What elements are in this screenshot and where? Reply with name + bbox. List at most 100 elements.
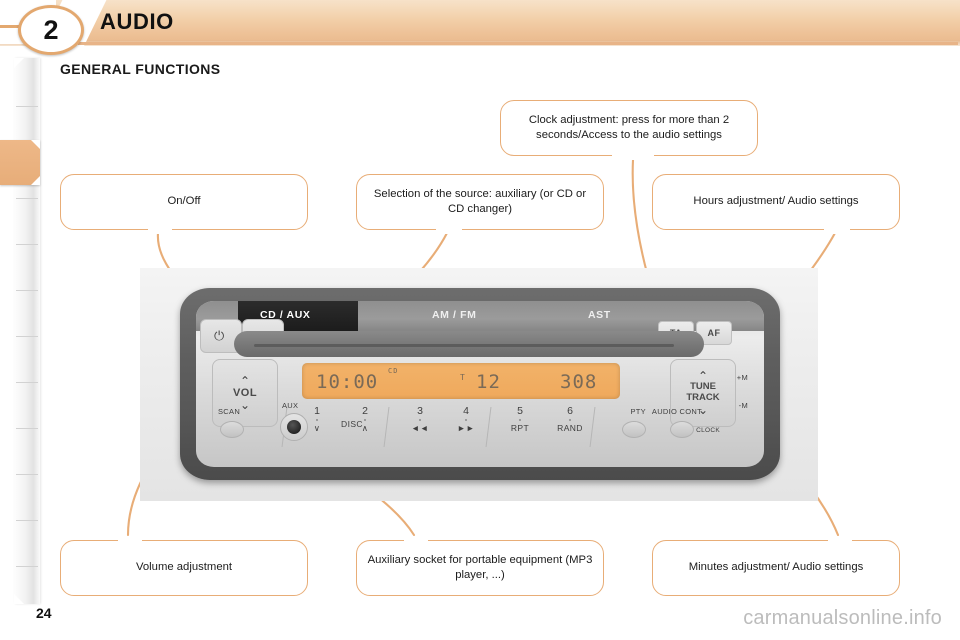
- cd-slot-opening: [254, 344, 674, 347]
- callout-aux-text: Auxiliary socket for portable equipment …: [367, 553, 593, 581]
- callout-on-off[interactable]: On/Off: [60, 174, 308, 230]
- preset-number: 2: [362, 405, 368, 417]
- band-label-am-fm[interactable]: AM / FM: [432, 309, 476, 321]
- af-label: AF: [707, 328, 721, 338]
- tab-divider: [16, 290, 38, 291]
- tab-divider: [16, 428, 38, 429]
- clock-label: CLOCK: [696, 427, 720, 434]
- audio-cont-knob[interactable]: [670, 421, 694, 438]
- aux-jack-hole: [287, 420, 301, 434]
- tab-corner-top: [31, 140, 40, 149]
- site-watermark: carmanualsonline.info: [743, 607, 942, 629]
- callout-volume-adjustment[interactable]: Volume adjustment: [60, 540, 308, 596]
- repeat-label: RPT: [510, 423, 530, 433]
- callout-gap: [404, 536, 428, 544]
- tab-divider: [16, 336, 38, 337]
- preset-number: 4: [463, 405, 469, 417]
- tune-track-pad[interactable]: ⌃ TUNE TRACK ⌄: [670, 359, 736, 427]
- aux-label: AUX: [282, 401, 299, 410]
- radio-faceplate: CD / AUX AM / FM AST ⏻ ⏏ TA AF: [196, 301, 764, 467]
- preset-dot: [419, 419, 421, 421]
- callout-gap: [828, 536, 852, 544]
- pty-label: PTY: [630, 407, 646, 416]
- band-label-ast[interactable]: AST: [588, 309, 611, 321]
- preset-number: 3: [417, 405, 423, 417]
- callout-hours-adjustment[interactable]: Hours adjustment/ Audio settings: [652, 174, 900, 230]
- tab-divider: [16, 474, 38, 475]
- tab-strip-cut-top: [14, 58, 24, 68]
- chapter-number: 2: [43, 14, 59, 45]
- section-title: GENERAL FUNCTIONS: [60, 61, 221, 77]
- lcd-time: 10:00: [316, 371, 379, 393]
- lcd-track: 12: [476, 371, 501, 393]
- callout-source-selection[interactable]: Selection of the source: auxiliary (or C…: [356, 174, 604, 230]
- car-radio-unit: CD / AUX AM / FM AST ⏻ ⏏ TA AF: [180, 288, 780, 480]
- callout-gap: [148, 226, 172, 234]
- audio-cont-label: AUDIO CONT: [651, 407, 702, 416]
- page-number: 24: [36, 605, 52, 621]
- callout-hours-text: Hours adjustment/ Audio settings: [693, 195, 859, 208]
- callout-gap: [612, 152, 654, 160]
- preset-dot: [569, 419, 571, 421]
- preset-dot: [316, 419, 318, 421]
- callout-clock-adjustment[interactable]: Clock adjustment: press for more than 2 …: [500, 100, 758, 156]
- disc-up-icon[interactable]: ∧: [348, 423, 382, 434]
- preset-button-row: 1 ∨ DISC 2 ∧ 3 ◄◄ 4 ►► 5 RPT 6 RAND: [281, 405, 644, 451]
- lcd-track-prefix: T: [460, 373, 466, 382]
- header-rule-bottom: [78, 42, 958, 45]
- callout-minutes-adjustment[interactable]: Minutes adjustment/ Audio settings: [652, 540, 900, 596]
- scan-label: SCAN: [218, 407, 241, 416]
- callout-source-text: Selection of the source: auxiliary (or C…: [373, 187, 587, 215]
- tab-divider: [16, 198, 38, 199]
- preset-button-2[interactable]: 2 ∧: [348, 405, 382, 434]
- preset-separator: [383, 407, 390, 447]
- callout-gap: [436, 226, 462, 234]
- radio-photo: CD / AUX AM / FM AST ⏻ ⏏ TA AF: [140, 268, 818, 501]
- lcd-mode: CD: [388, 367, 399, 375]
- preset-dot: [465, 419, 467, 421]
- preset-dot: [519, 419, 521, 421]
- lcd-display: 10:00 CD T 12 308: [302, 363, 620, 399]
- tab-corner-bottom: [31, 176, 40, 185]
- tab-divider: [16, 106, 38, 107]
- tune-down-mark: -M: [738, 401, 748, 410]
- scan-knob[interactable]: [220, 421, 244, 438]
- callout-gap: [118, 536, 142, 544]
- preset-button-5[interactable]: 5 RPT: [502, 405, 538, 433]
- chapter-number-badge: 2: [18, 5, 84, 55]
- random-label: RAND: [557, 423, 583, 433]
- fast-forward-icon[interactable]: ►►: [448, 423, 484, 433]
- tab-divider: [16, 382, 38, 383]
- tab-divider: [16, 244, 38, 245]
- callout-minutes-text: Minutes adjustment/ Audio settings: [688, 561, 864, 574]
- preset-number: 1: [314, 405, 320, 417]
- tab-strip-cut-bottom: [14, 594, 24, 604]
- callout-aux-socket[interactable]: Auxiliary socket for portable equipment …: [356, 540, 604, 596]
- power-icon: ⏻: [214, 328, 225, 343]
- preset-number: 5: [517, 405, 523, 417]
- aux-jack-socket[interactable]: [280, 413, 308, 441]
- callout-gap: [824, 226, 850, 234]
- volume-up-icon[interactable]: ⌃: [240, 375, 250, 387]
- callout-on-off-text: On/Off: [167, 195, 201, 208]
- volume-down-icon[interactable]: ⌄: [240, 399, 250, 411]
- volume-pad[interactable]: ⌃ VOL ⌄: [212, 359, 278, 427]
- preset-button-4[interactable]: 4 ►►: [448, 405, 484, 433]
- page-title: AUDIO: [100, 9, 174, 34]
- preset-number: 6: [567, 405, 573, 417]
- pty-knob[interactable]: [622, 421, 646, 438]
- callout-volume-text: Volume adjustment: [135, 561, 233, 574]
- rewind-icon[interactable]: ◄◄: [402, 423, 438, 433]
- tab-divider: [16, 520, 38, 521]
- tab-divider: [16, 566, 38, 567]
- tune-up-mark: +M: [736, 373, 748, 382]
- cd-slot[interactable]: [234, 331, 704, 357]
- callout-clock-text: Clock adjustment: press for more than 2 …: [528, 113, 730, 141]
- preset-button-3[interactable]: 3 ◄◄: [402, 405, 438, 433]
- preset-separator: [485, 407, 492, 447]
- preset-button-6[interactable]: 6 RAND: [548, 405, 592, 433]
- lcd-frequency: 308: [560, 371, 598, 393]
- preset-dot: [364, 419, 366, 421]
- manual-page: 2 AUDIO GENERAL FUNCTIONS Clock adjustme…: [0, 0, 960, 640]
- chapter-tab-active-audio[interactable]: [0, 140, 40, 185]
